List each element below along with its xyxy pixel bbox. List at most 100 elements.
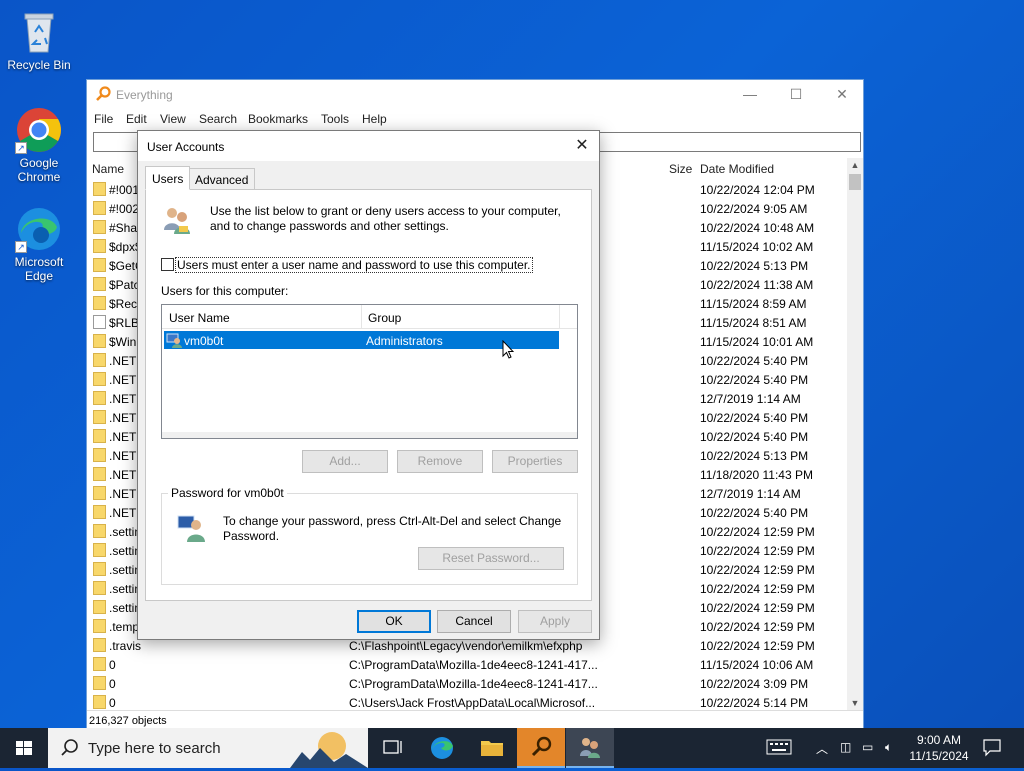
tab-users[interactable]: Users	[145, 166, 191, 190]
cancel-button[interactable]: Cancel	[437, 610, 511, 633]
ok-button[interactable]: OK	[357, 610, 431, 633]
file-name-cell: .temp	[109, 620, 140, 634]
scroll-down-arrow-icon[interactable]: ▼	[847, 698, 863, 708]
reset-password-button[interactable]: Reset Password...	[418, 547, 564, 570]
desktop-icon-microsoft-edge[interactable]: ↗ Microsoft Edge	[0, 205, 78, 283]
keyboard-icon[interactable]	[766, 738, 792, 759]
chrome-icon: ↗	[15, 106, 63, 154]
task-view-button[interactable]	[368, 728, 416, 768]
require-password-checkbox[interactable]: Users must enter a user name and passwor…	[161, 257, 533, 273]
network-icon[interactable]: ▭	[862, 740, 873, 754]
folder-icon	[93, 543, 106, 557]
dialog-title: User Accounts	[147, 140, 225, 154]
date-modified-cell: 10/22/2024 12:59 PM	[700, 639, 815, 653]
user-group-cell: Administrators	[366, 334, 443, 348]
file-icon	[93, 315, 106, 329]
taskbar-everything[interactable]	[517, 728, 565, 768]
title-bar[interactable]: Everything — ☐ ✕	[87, 80, 863, 108]
date-modified-cell: 10/22/2024 9:05 AM	[700, 202, 808, 216]
table-row[interactable]: 0 C:\ProgramData\Mozilla-1de4eec8-1241-41…	[87, 674, 849, 693]
users-list-label: Users for this computer:	[161, 284, 289, 298]
column-group[interactable]: Group	[368, 311, 401, 325]
volume-icon[interactable]: 🔈︎	[885, 740, 892, 755]
menu-view[interactable]: View	[160, 112, 186, 126]
taskbar-file-explorer[interactable]	[468, 728, 516, 768]
file-name-cell: 0	[109, 677, 116, 691]
path-cell: C:\Flashpoint\Legacy\vendor\emilkm\efxph…	[349, 639, 583, 653]
meet-now-icon[interactable]: ◫	[840, 740, 851, 754]
column-size[interactable]: Size	[669, 162, 692, 176]
users-list-header: User Name Group	[162, 305, 577, 329]
folder-icon	[93, 619, 106, 633]
scroll-up-arrow-icon[interactable]: ▲	[847, 160, 863, 170]
remove-button[interactable]: Remove	[397, 450, 483, 473]
menu-bar: File Edit View Search Bookmarks Tools He…	[87, 108, 863, 130]
folder-icon	[93, 239, 106, 253]
path-cell: C:\ProgramData\Mozilla-1de4eec8-1241-417…	[349, 677, 598, 691]
close-icon[interactable]: ✕	[565, 131, 599, 161]
user-row-selected[interactable]: vm0b0t Administrators	[164, 331, 559, 349]
checkbox-box[interactable]	[161, 258, 174, 271]
folder-icon	[93, 277, 106, 291]
everything-search-icon	[531, 736, 552, 757]
column-divider	[559, 305, 560, 329]
folder-icon	[93, 562, 106, 576]
dialog-title-bar[interactable]: User Accounts ✕	[138, 131, 599, 161]
add-button[interactable]: Add...	[302, 450, 388, 473]
intro-text: Use the list below to grant or deny user…	[210, 204, 561, 233]
file-name-cell: 0	[109, 658, 116, 672]
date-modified-cell: 11/15/2024 10:01 AM	[700, 335, 814, 349]
taskbar-edge[interactable]	[418, 728, 466, 768]
vertical-scrollbar[interactable]: ▲ ▼	[847, 158, 863, 710]
search-icon	[60, 738, 80, 761]
chevron-up-icon[interactable]: ︿	[816, 740, 828, 757]
folder-icon	[93, 429, 106, 443]
date-modified-cell: 10/22/2024 5:40 PM	[700, 411, 809, 425]
properties-button[interactable]: Properties	[492, 450, 578, 473]
date-modified-cell: 10/22/2024 12:59 PM	[700, 563, 815, 577]
date-modified-cell: 10/22/2024 3:09 PM	[700, 677, 809, 691]
column-user-name[interactable]: User Name	[169, 311, 230, 325]
shortcut-arrow-icon: ↗	[15, 241, 27, 253]
apply-button[interactable]: Apply	[518, 610, 592, 633]
date-modified-cell: 10/22/2024 12:59 PM	[700, 544, 815, 558]
column-name[interactable]: Name	[92, 162, 124, 176]
folder-icon	[93, 486, 106, 500]
maximize-button[interactable]: ☐	[773, 80, 819, 108]
password-group: Password for vm0b0t To change your passw…	[161, 486, 578, 585]
users-list[interactable]: User Name Group vm0b0t Administrators	[161, 304, 578, 439]
tab-advanced[interactable]: Advanced	[188, 168, 256, 190]
menu-file[interactable]: File	[94, 112, 113, 126]
minimize-button[interactable]: —	[727, 80, 773, 108]
password-instructions: To change your password, press Ctrl-Alt-…	[223, 514, 562, 543]
file-name-cell: 0	[109, 696, 116, 710]
checkbox-label[interactable]: Users must enter a user name and passwor…	[175, 257, 533, 273]
menu-edit[interactable]: Edit	[126, 112, 147, 126]
date-modified-cell: 10/22/2024 5:13 PM	[700, 259, 809, 273]
file-name-cell: $Patc	[109, 278, 140, 292]
status-bar: 216,327 objects	[87, 710, 863, 730]
desktop-icon-recycle-bin[interactable]: Recycle Bin	[0, 8, 78, 72]
taskbar-user-accounts[interactable]	[566, 728, 614, 768]
column-date-modified[interactable]: Date Modified	[700, 162, 774, 176]
menu-bookmarks[interactable]: Bookmarks	[248, 112, 308, 126]
desktop-icon-label: Microsoft Edge	[14, 255, 64, 283]
folder-icon	[93, 334, 106, 348]
date-modified-cell: 10/22/2024 5:13 PM	[700, 449, 809, 463]
menu-search[interactable]: Search	[199, 112, 237, 126]
menu-help[interactable]: Help	[362, 112, 387, 126]
close-button[interactable]: ✕	[819, 80, 865, 108]
desktop-icon-google-chrome[interactable]: ↗ Google Chrome	[0, 106, 78, 184]
user-account-icon	[166, 332, 182, 351]
taskbar-clock[interactable]: 9:00 AM 11/15/2024	[906, 732, 972, 764]
scrollbar-thumb[interactable]	[849, 174, 861, 190]
folder-icon	[93, 201, 106, 215]
table-row[interactable]: 0 C:\ProgramData\Mozilla-1de4eec8-1241-41…	[87, 655, 849, 674]
menu-tools[interactable]: Tools	[321, 112, 349, 126]
recycle-bin-icon	[15, 8, 63, 56]
notification-icon[interactable]	[982, 737, 1002, 760]
taskbar-search-box[interactable]: Type here to search	[48, 728, 368, 768]
start-button[interactable]	[0, 728, 48, 768]
date-modified-cell: 10/22/2024 12:59 PM	[700, 525, 815, 539]
window-title: Everything	[116, 88, 173, 102]
